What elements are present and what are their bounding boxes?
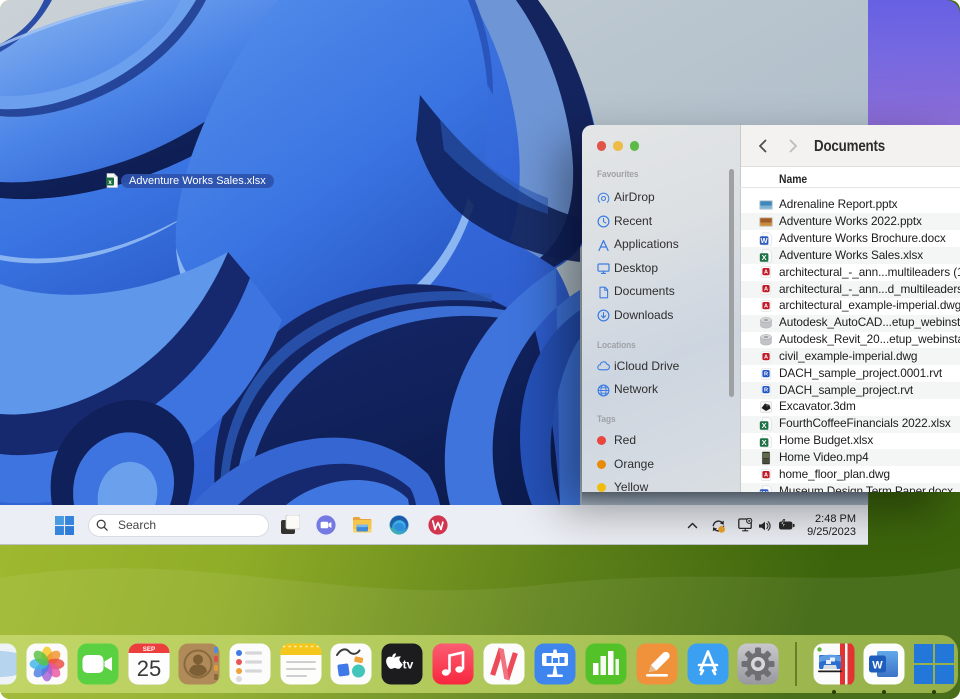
svg-text:W: W bbox=[761, 236, 769, 245]
svg-text:W: W bbox=[872, 660, 883, 672]
svg-text:25: 25 bbox=[137, 656, 161, 681]
svg-text:A: A bbox=[764, 472, 768, 478]
svg-text:A: A bbox=[764, 287, 768, 293]
svg-text:A: A bbox=[764, 304, 768, 310]
svg-text:tv: tv bbox=[403, 658, 414, 672]
svg-text:X: X bbox=[762, 253, 767, 262]
svg-text:x: x bbox=[108, 179, 112, 186]
svg-text:A: A bbox=[764, 270, 768, 276]
svg-text:R: R bbox=[764, 371, 768, 377]
svg-text:X: X bbox=[762, 421, 767, 430]
svg-text:R: R bbox=[764, 388, 768, 394]
svg-text:A: A bbox=[764, 354, 768, 360]
svg-text:W: W bbox=[761, 489, 769, 493]
svg-text:SEP: SEP bbox=[143, 646, 155, 653]
svg-text:X: X bbox=[762, 438, 767, 447]
